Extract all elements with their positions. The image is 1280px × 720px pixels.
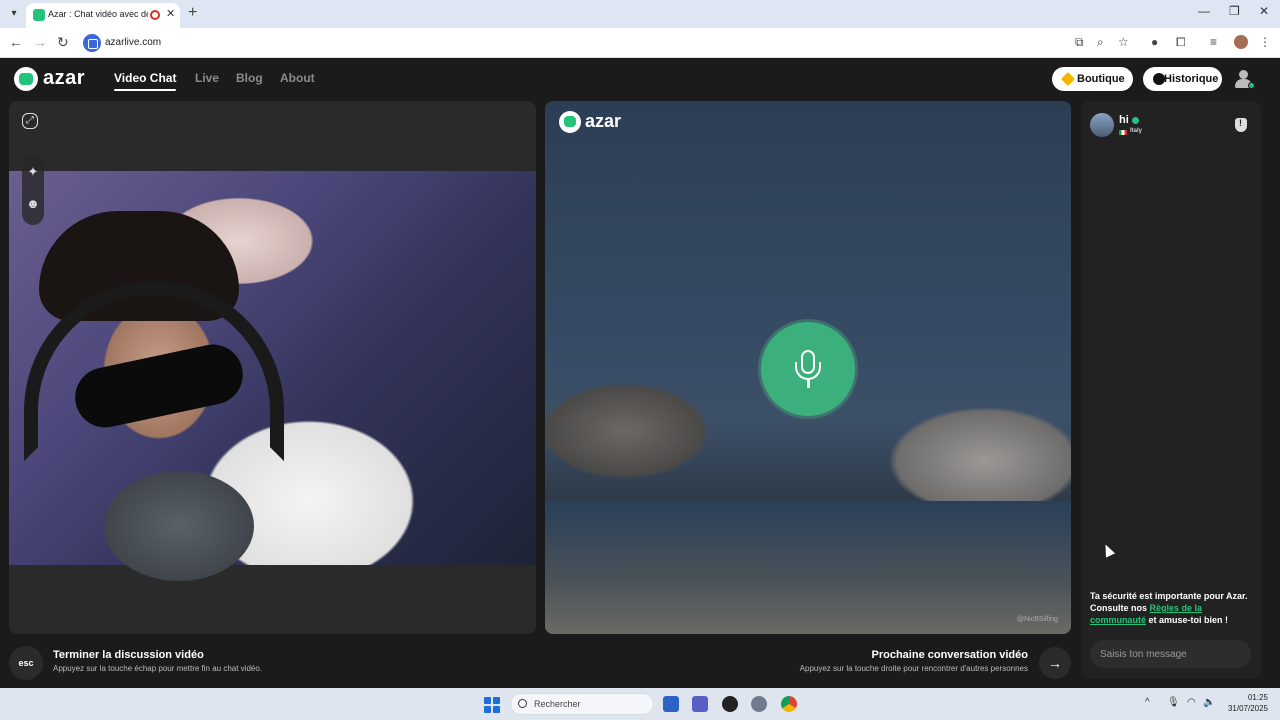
taskbar-search-label: Rechercher — [534, 699, 581, 709]
windows-start-icon[interactable] — [484, 697, 500, 713]
end-chat-hint: Appuyez sur la touche échap pour mettre … — [53, 664, 263, 673]
media-controls-icon[interactable]: ≡ — [1210, 35, 1217, 49]
restore-icon[interactable]: ❐ — [1229, 4, 1240, 18]
chrome-app-icon[interactable] — [781, 696, 797, 712]
message-input[interactable] — [1090, 640, 1251, 668]
taskbar-clock[interactable]: 01:25 31/07/2025 — [1224, 692, 1268, 714]
self-camera-feed — [9, 171, 536, 581]
peer-avatar[interactable] — [1090, 113, 1114, 137]
tab-list-icon[interactable]: ▾ — [6, 6, 22, 22]
volume-icon[interactable]: 🔈 — [1203, 697, 1215, 708]
recording-icon — [150, 10, 160, 20]
peer-country: Italy — [1130, 128, 1143, 134]
self-video-panel: ⤢ ✦ ☻ — [9, 101, 536, 634]
clock-date: 31/07/2025 — [1227, 704, 1268, 713]
face-filter-icon[interactable]: ☻ — [22, 193, 44, 215]
remote-video-panel: azar @NicBSilfing — [545, 101, 1071, 634]
boutique-label: Boutique — [1077, 73, 1125, 85]
teams-app-icon[interactable] — [692, 696, 708, 712]
new-tab-icon[interactable]: + — [188, 4, 197, 22]
forward-icon[interactable]: → — [33, 34, 47, 50]
nav-video-chat[interactable]: Video Chat — [114, 71, 177, 91]
url-text: azarlive.com — [105, 37, 162, 48]
extension-cookie-icon[interactable]: ● — [1151, 35, 1158, 49]
extensions-puzzle-icon[interactable]: ⧠ — [1176, 35, 1186, 50]
browser-tab[interactable]: Azar : Chat vidéo avec de n ✕ — [26, 3, 180, 28]
browser-profile-avatar[interactable] — [1234, 35, 1248, 49]
report-shield-icon[interactable] — [1235, 118, 1247, 132]
peer-name: hi — [1119, 114, 1129, 126]
gem-icon — [1060, 71, 1076, 87]
nav-about[interactable]: About — [280, 71, 315, 85]
camera-subject-microphone — [104, 471, 254, 581]
safety-text-end: et amuse-toi bien ! — [1146, 615, 1229, 625]
obs-app-icon[interactable] — [722, 696, 738, 712]
sparkle-effects-icon[interactable]: ✦ — [22, 161, 44, 183]
italy-flag-icon — [1119, 130, 1127, 135]
remote-azar-logo-icon — [559, 111, 581, 133]
cast-icon[interactable]: ⧉ — [1075, 35, 1084, 50]
account-icon[interactable] — [1235, 70, 1255, 89]
browser-toolbar: ← → ↻ azarlive.com ⧉ ⌕ ☆ ● ⧠ ≡ ⋮ — [0, 28, 1280, 58]
microphone-icon — [761, 322, 855, 416]
minimize-icon[interactable]: — — [1198, 4, 1210, 18]
reload-icon[interactable]: ↻ — [57, 34, 69, 51]
online-dot — [1248, 82, 1255, 89]
tray-chevron-icon[interactable]: ^ — [1145, 697, 1150, 708]
remote-camera-feed — [545, 501, 1071, 634]
store-app-icon[interactable] — [663, 696, 679, 712]
boutique-button[interactable]: Boutique — [1052, 67, 1133, 91]
end-chat-title: Terminer la discussion vidéo — [53, 649, 204, 661]
search-icon — [518, 699, 527, 708]
mic-stem — [807, 380, 810, 388]
azar-logo-text: azar — [43, 67, 86, 89]
taskbar-search[interactable]: Rechercher — [510, 693, 654, 715]
windows-taskbar: Rechercher ^ 🎙 ◠ 🔈 01:25 31/07/2025 — [0, 688, 1280, 720]
back-icon[interactable]: ← — [9, 34, 23, 50]
azar-favicon-icon — [33, 9, 45, 21]
video-watermark: @NicBSilfing — [1017, 616, 1058, 623]
tray-mic-icon[interactable]: 🎙 — [1167, 697, 1180, 708]
bookmark-star-icon[interactable]: ☆ — [1118, 35, 1129, 49]
zoom-icon[interactable]: ⌕ — [1097, 35, 1104, 50]
address-bar[interactable]: azarlive.com — [80, 31, 1140, 55]
close-window-icon[interactable]: ✕ — [1259, 4, 1269, 18]
browser-menu-icon[interactable]: ⋮ — [1259, 35, 1271, 49]
nav-blog[interactable]: Blog — [236, 71, 263, 85]
close-tab-icon[interactable]: ✕ — [166, 7, 175, 20]
azar-page: azar Video Chat Live Blog About Boutique… — [0, 59, 1280, 688]
azar-logo-icon — [14, 67, 38, 91]
effects-toolbar: ✦ ☻ — [22, 155, 44, 225]
verified-icon — [1132, 117, 1139, 124]
browser-tabbar: ▾ Azar : Chat vidéo avec de n ✕ + — ❐ ✕ — [0, 0, 1280, 28]
end-chat-esc-button[interactable]: esc — [9, 646, 43, 680]
arrow-right-icon: → — [1048, 655, 1062, 671]
nav-live[interactable]: Live — [195, 71, 219, 85]
wifi-icon[interactable]: ◠ — [1187, 697, 1196, 708]
account-icon-head — [1239, 70, 1248, 79]
next-chat-button[interactable]: → — [1039, 647, 1071, 679]
next-chat-hint: Appuyez sur la touche droite pour rencon… — [799, 664, 1028, 673]
tab-title: Azar : Chat vidéo avec de n — [48, 9, 148, 19]
settings-app-icon[interactable] — [751, 696, 767, 712]
chat-sidebar: hi Italy Ta sécurité est importante pour… — [1081, 101, 1261, 679]
safety-notice: Ta sécurité est importante pour Azar. Co… — [1090, 590, 1255, 626]
remote-azar-logo-text: azar — [585, 111, 622, 131]
mic-arc — [795, 362, 821, 380]
historique-label: Historique — [1164, 73, 1219, 85]
site-info-icon[interactable] — [83, 34, 101, 52]
expand-icon[interactable]: ⤢ — [22, 113, 38, 129]
next-chat-title: Prochaine conversation vidéo — [871, 649, 1029, 661]
clock-time: 01:25 — [1247, 693, 1268, 702]
historique-button[interactable]: Historique — [1143, 67, 1222, 91]
